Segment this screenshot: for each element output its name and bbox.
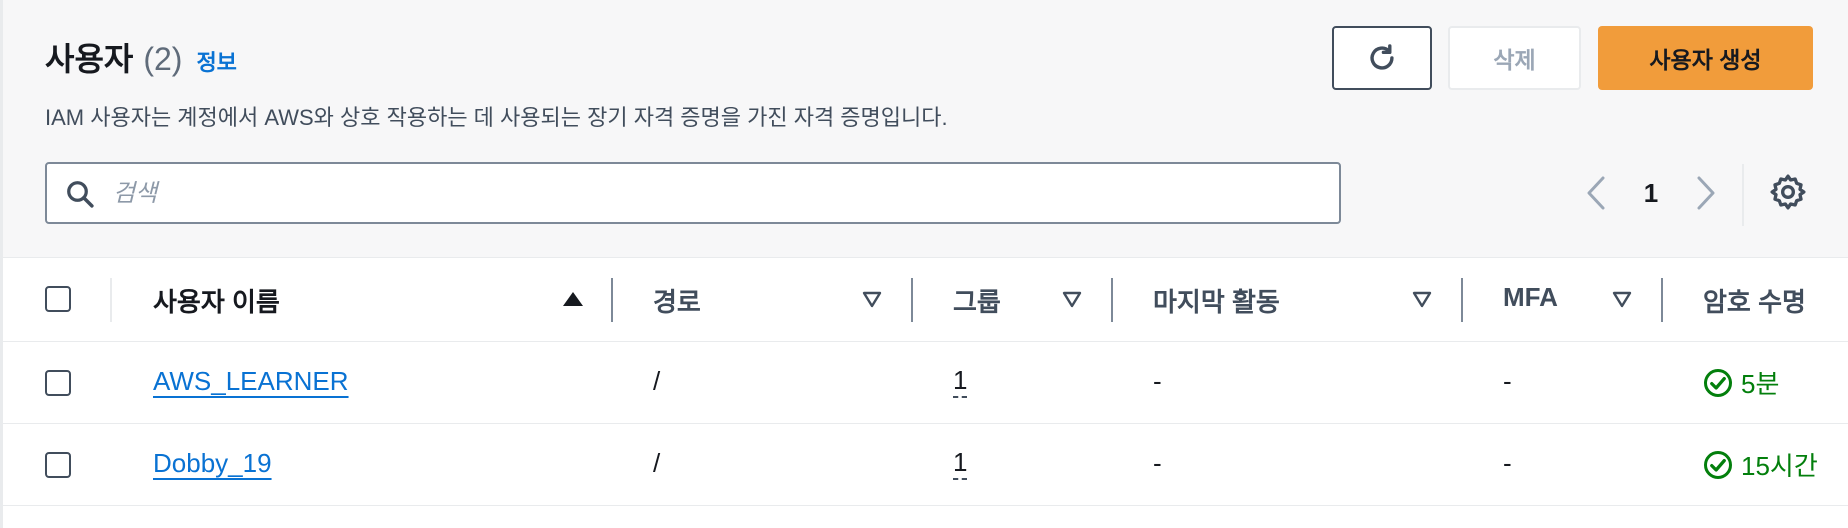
sort-icon[interactable] — [1611, 288, 1633, 310]
sort-ascending-icon[interactable] — [562, 288, 584, 310]
page-description: IAM 사용자는 계정에서 AWS와 상호 작용하는 데 사용되는 장기 자격 … — [45, 105, 948, 130]
password-age-cell: 15시간 — [1703, 446, 1818, 483]
row-checkbox[interactable] — [45, 370, 71, 396]
create-user-button[interactable]: 사용자 생성 — [1598, 26, 1813, 90]
search-field[interactable] — [45, 162, 1341, 224]
column-password-age[interactable]: 암호 수명 — [1703, 282, 1806, 319]
column-separator[interactable] — [911, 278, 913, 322]
check-circle-icon — [1704, 450, 1732, 479]
chevron-left-icon[interactable] — [1581, 172, 1611, 214]
users-panel: 사용자 (2) 정보 IAM 사용자는 계정에서 AWS와 상호 작용하는 데 … — [0, 0, 1848, 528]
column-separator[interactable] — [1111, 278, 1113, 322]
user-count: (2) — [143, 41, 183, 77]
mfa-cell: - — [1503, 366, 1512, 396]
path-cell: / — [653, 448, 661, 478]
check-circle-icon — [1704, 368, 1732, 397]
user-name-link[interactable]: AWS_LEARNER — [153, 366, 349, 397]
current-page[interactable]: 1 — [1639, 178, 1663, 209]
sort-icon[interactable] — [1061, 288, 1083, 310]
sort-icon[interactable] — [1411, 288, 1433, 310]
delete-button[interactable]: 삭제 — [1448, 26, 1581, 90]
last-activity-cell: - — [1153, 448, 1162, 478]
table-row: Dobby_19 / 1 - - 15시간 — [3, 424, 1848, 506]
title-row: 사용자 (2) 정보 — [45, 34, 237, 80]
chevron-right-icon[interactable] — [1691, 172, 1721, 214]
column-separator[interactable] — [1461, 278, 1463, 322]
password-age-cell: 5분 — [1703, 364, 1779, 401]
search-icon — [67, 181, 94, 208]
last-activity-cell: - — [1153, 366, 1162, 396]
groups-cell[interactable]: 1 — [953, 448, 968, 480]
refresh-button[interactable] — [1332, 26, 1432, 90]
column-user-name[interactable]: 사용자 이름 — [153, 282, 280, 319]
column-separator[interactable] — [1661, 278, 1663, 322]
users-header: 사용자 (2) 정보 IAM 사용자는 계정에서 AWS와 상호 작용하는 데 … — [3, 0, 1848, 258]
password-age-value: 5분 — [1741, 369, 1780, 399]
sort-icon[interactable] — [861, 288, 883, 310]
page-title: 사용자 — [45, 41, 134, 77]
select-all-checkbox[interactable] — [45, 286, 71, 312]
column-path[interactable]: 경로 — [653, 282, 701, 319]
path-cell: / — [653, 366, 661, 396]
mfa-cell: - — [1503, 448, 1512, 478]
password-age-value: 15시간 — [1741, 451, 1818, 481]
info-link[interactable]: 정보 — [196, 45, 236, 77]
table-header: 사용자 이름 경로 그룹 마지막 활동 MFA 암호 수명 — [3, 258, 1848, 342]
pager-divider — [1742, 164, 1744, 226]
gear-icon[interactable] — [1768, 172, 1808, 212]
column-last-activity[interactable]: 마지막 활동 — [1153, 282, 1280, 319]
column-separator — [110, 278, 112, 322]
column-separator[interactable] — [611, 278, 613, 322]
search-input[interactable] — [111, 172, 1315, 216]
refresh-icon — [1370, 44, 1394, 70]
row-checkbox[interactable] — [45, 452, 71, 478]
column-mfa[interactable]: MFA — [1503, 282, 1558, 313]
groups-cell[interactable]: 1 — [953, 366, 968, 398]
column-groups[interactable]: 그룹 — [953, 282, 1001, 319]
table-row: AWS_LEARNER / 1 - - 5분 — [3, 342, 1848, 424]
user-name-link[interactable]: Dobby_19 — [153, 448, 272, 479]
